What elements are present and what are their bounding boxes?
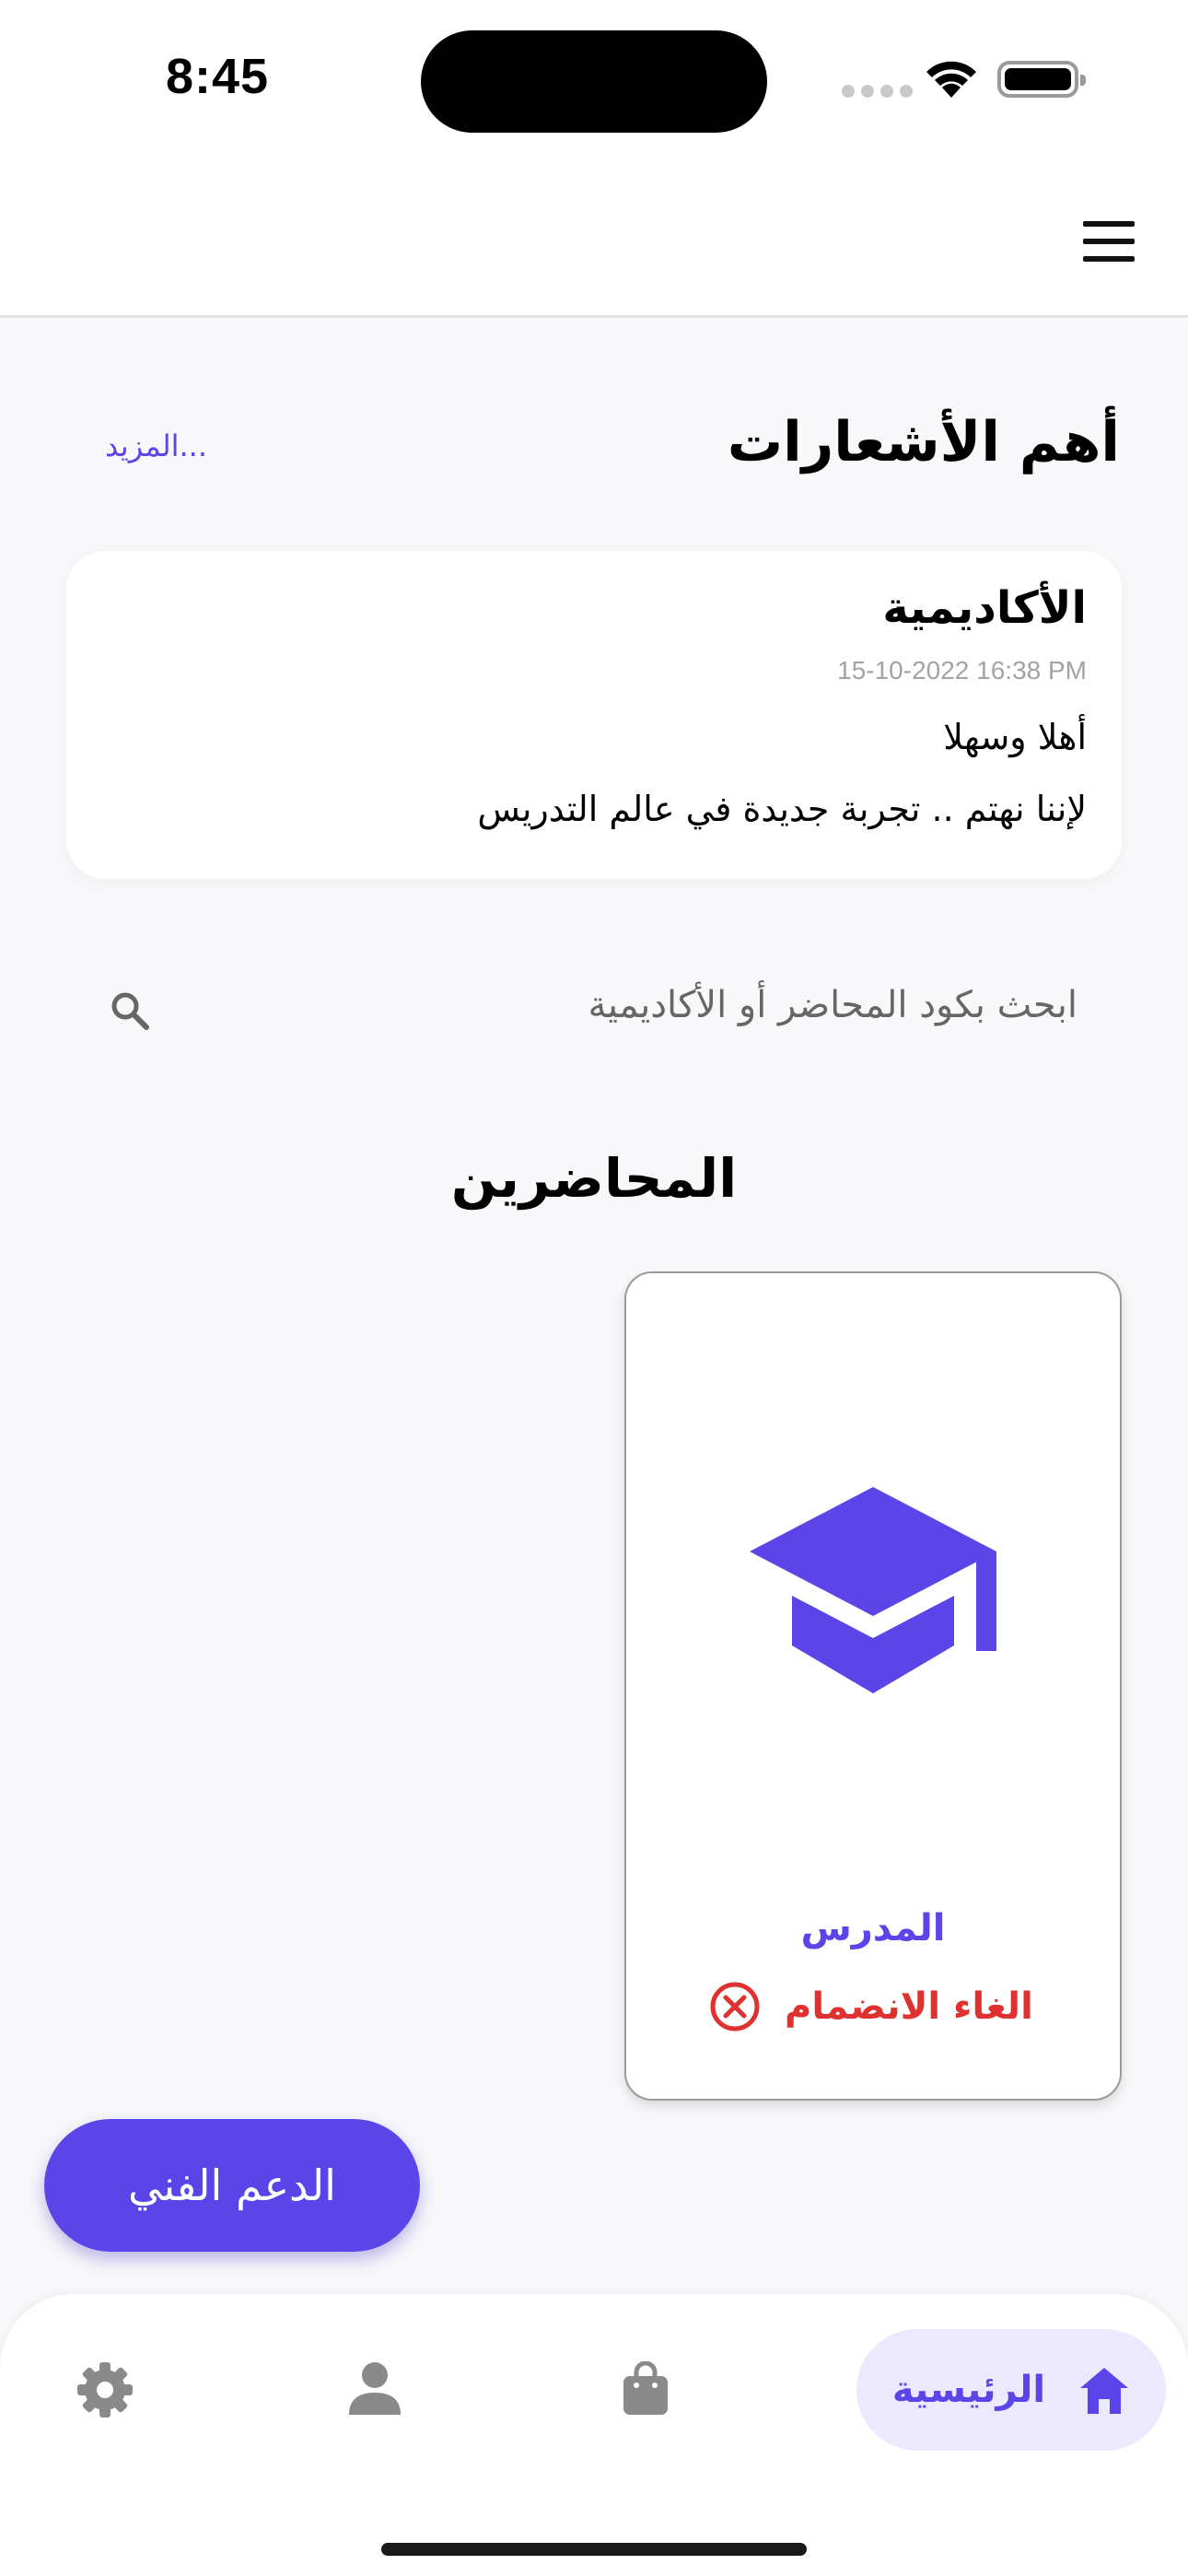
announcements-title: أهم الأشعارات	[727, 410, 1120, 474]
announcement-body: لإننا نهتم .. تجربة جديدة في عالم التدري…	[477, 789, 1087, 829]
hamburger-menu-icon[interactable]	[1083, 221, 1135, 262]
announcement-title: الأكاديمية	[882, 582, 1087, 634]
support-button[interactable]: الدعم الفني	[44, 2119, 420, 2252]
wifi-icon	[926, 61, 976, 98]
announcements-more-link[interactable]: المزيد...	[105, 428, 207, 463]
app-bar	[0, 157, 1188, 318]
status-time: 8:45	[166, 49, 270, 104]
home-indicator	[381, 2543, 807, 2556]
instructors-title: المحاضرين	[450, 1147, 738, 1210]
search-icon[interactable]	[109, 989, 151, 1032]
person-icon[interactable]	[347, 2361, 402, 2415]
announcement-greeting: أهلا وسهلا	[943, 717, 1087, 757]
leave-button-label: الغاء الانضمام	[785, 1985, 1033, 2028]
leave-button[interactable]: الغاء الانضمام	[709, 1981, 1033, 2032]
battery-icon	[997, 61, 1086, 98]
instructor-name: المدرس	[800, 1907, 946, 1950]
cellular-signal-icon	[842, 85, 913, 98]
search-placeholder: ابحث بكود المحاضر أو الأكاديمية	[588, 984, 1077, 1026]
shopping-bag-icon[interactable]	[620, 2361, 671, 2417]
dynamic-island	[421, 30, 767, 133]
announcement-date: 15-10-2022 16:38 PM	[837, 656, 1087, 685]
nav-home-label: الرئيسية	[891, 2369, 1046, 2411]
gear-icon[interactable]	[76, 2360, 134, 2419]
home-icon	[1080, 2368, 1129, 2414]
nav-item-home[interactable]: الرئيسية	[856, 2329, 1166, 2451]
graduation-cap-icon	[750, 1487, 996, 1693]
cancel-circle-icon	[710, 1982, 760, 2032]
